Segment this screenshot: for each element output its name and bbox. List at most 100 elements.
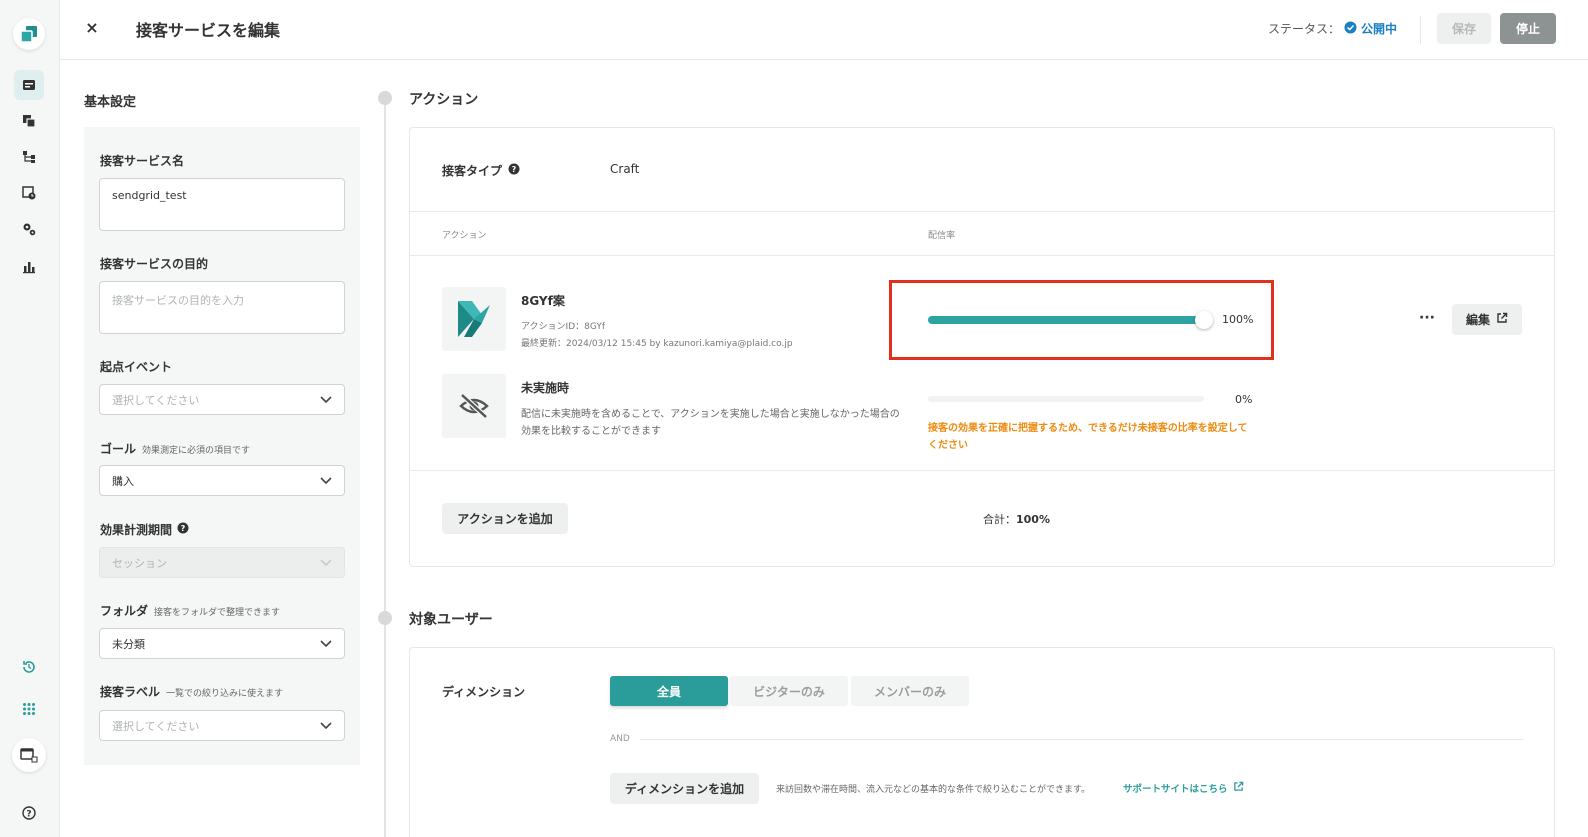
warning-line1: 接客の効果を正確に把握するため、できるだけ未接客の比率を設定して bbox=[928, 423, 1248, 434]
edit-button-label: 編集 bbox=[1465, 313, 1490, 327]
action-updated: 最終更新：2024/03/12 15:45 by kazunori.kamiya… bbox=[521, 339, 793, 349]
goal-select[interactable]: 購入 bbox=[99, 465, 345, 496]
highlight-annotation bbox=[889, 280, 1274, 360]
segment-visitor-only[interactable]: ビジターのみ bbox=[730, 676, 848, 706]
schedule-icon[interactable] bbox=[14, 178, 44, 208]
warning-line2: ください bbox=[928, 440, 968, 451]
svg-text:?: ? bbox=[26, 810, 31, 820]
service-name-field[interactable]: sendgrid_test bbox=[99, 178, 345, 231]
preview-window-icon[interactable] bbox=[12, 738, 46, 772]
folder-label: フォルダ 接客をフォルダで整理できます bbox=[100, 602, 280, 619]
chevron-down-icon bbox=[320, 393, 332, 406]
status-label: ステータス： bbox=[1268, 22, 1341, 36]
add-action-button[interactable]: アクションを追加 bbox=[442, 503, 568, 534]
control-desc-line1: 配信に未実施時を含めることで、アクションを実施した場合と実施しなかった場合の bbox=[521, 409, 900, 420]
action-thumbnail[interactable] bbox=[442, 287, 506, 351]
goal-label: ゴール 効果測定に必須の項目です bbox=[100, 440, 250, 457]
chevron-down-icon bbox=[320, 556, 332, 569]
total-rate: 合計：100% bbox=[983, 511, 1050, 527]
campaign-icon[interactable] bbox=[14, 70, 44, 100]
add-dimension-button[interactable]: ディメンションを追加 bbox=[610, 773, 759, 804]
chevron-down-icon bbox=[320, 719, 332, 732]
svg-text:?: ? bbox=[181, 524, 186, 533]
settings-icon[interactable] bbox=[14, 214, 44, 244]
external-link-icon bbox=[1496, 312, 1508, 327]
chevron-down-icon bbox=[320, 474, 332, 487]
stop-button[interactable]: 停止 bbox=[1500, 13, 1556, 44]
copy-icon[interactable] bbox=[14, 106, 44, 136]
purpose-field[interactable]: 接客サービスの目的を入力 bbox=[99, 281, 345, 334]
flow-icon[interactable] bbox=[14, 142, 44, 172]
start-event-select[interactable]: 選択してください bbox=[99, 384, 345, 415]
service-name-label: 接客サービス名 bbox=[100, 154, 185, 168]
type-label: 接客タイプ ? bbox=[442, 162, 520, 179]
segment-all[interactable]: 全員 bbox=[610, 676, 728, 706]
karte-logo-icon[interactable] bbox=[13, 18, 45, 50]
status-value: 公開中 bbox=[1361, 22, 1398, 36]
more-menu-icon[interactable]: ··· bbox=[1419, 310, 1435, 326]
svg-text:?: ? bbox=[512, 165, 517, 174]
chart-icon[interactable] bbox=[14, 252, 44, 282]
dimension-hint: 来訪回数や滞在時間、流入元などの基本的な条件で絞り込むことができます。 bbox=[776, 785, 1091, 795]
help-icon[interactable]: ? bbox=[14, 798, 44, 828]
and-divider bbox=[640, 739, 1524, 740]
divider bbox=[410, 470, 1554, 471]
start-event-placeholder: 選択してください bbox=[112, 393, 200, 407]
support-link-label: サポートサイトはこちら bbox=[1123, 784, 1228, 795]
service-name-value: sendgrid_test bbox=[112, 189, 187, 202]
purpose-placeholder: 接客サービスの目的を入力 bbox=[112, 294, 244, 307]
period-value: セッション bbox=[112, 556, 167, 570]
and-label: AND bbox=[610, 734, 630, 744]
period-label: 効果計測期間 ? bbox=[100, 521, 189, 538]
header-divider bbox=[1420, 16, 1421, 44]
check-circle-icon bbox=[1344, 21, 1357, 37]
action-section-title: アクション bbox=[409, 92, 479, 108]
total-value: 100% bbox=[1016, 513, 1050, 526]
start-event-label: 起点イベント bbox=[100, 360, 173, 374]
timeline-dot bbox=[378, 611, 392, 625]
support-link[interactable]: サポートサイトはこちら bbox=[1123, 781, 1244, 795]
folder-sub-label: 接客をフォルダで整理できます bbox=[154, 608, 281, 618]
timeline-dot bbox=[378, 91, 392, 105]
apps-grid-icon[interactable] bbox=[14, 694, 44, 724]
total-label: 合計： bbox=[983, 513, 1016, 526]
label-tag-label-text: 接客ラベル bbox=[100, 685, 161, 699]
label-tag-label: 接客ラベル 一覧での絞り込みに使えます bbox=[100, 683, 283, 700]
period-label-text: 効果計測期間 bbox=[100, 523, 173, 537]
divider bbox=[410, 255, 1554, 256]
control-thumbnail bbox=[442, 374, 506, 438]
target-card bbox=[409, 647, 1555, 837]
history-icon[interactable] bbox=[14, 652, 44, 682]
goal-sub-label: 効果測定に必須の項目です bbox=[142, 446, 251, 456]
help-circle-icon[interactable]: ? bbox=[177, 522, 189, 537]
page-title: 接客サービスを編集 bbox=[136, 21, 281, 40]
folder-label-text: フォルダ bbox=[100, 604, 149, 618]
left-rail: ? bbox=[0, 0, 60, 837]
folder-select[interactable]: 未分類 bbox=[99, 628, 345, 659]
period-select: セッション bbox=[99, 547, 345, 578]
label-tag-select[interactable]: 選択してください bbox=[99, 710, 345, 741]
type-value: Craft bbox=[610, 162, 640, 176]
external-link-icon bbox=[1233, 781, 1244, 795]
label-tag-placeholder: 選択してください bbox=[112, 719, 200, 733]
target-section-title: 対象ユーザー bbox=[409, 612, 493, 628]
close-icon[interactable]: × bbox=[82, 18, 102, 38]
chevron-down-icon bbox=[320, 637, 332, 650]
timeline-line bbox=[384, 104, 386, 837]
control-name: 未実施時 bbox=[521, 381, 570, 395]
segment-member-only[interactable]: メンバーのみ bbox=[851, 676, 969, 706]
action-name[interactable]: 8GYf案 bbox=[521, 292, 565, 309]
edit-action-button[interactable]: 編集 bbox=[1452, 304, 1522, 335]
action-id: アクションID：8GYf bbox=[521, 322, 606, 332]
control-warning: 接客の効果を正確に把握するため、できるだけ未接客の比率を設定して ください bbox=[928, 420, 1258, 454]
help-circle-icon[interactable]: ? bbox=[508, 163, 520, 178]
type-label-text: 接客タイプ bbox=[442, 164, 503, 178]
goal-label-text: ゴール bbox=[100, 442, 137, 456]
dimension-label: ディメンション bbox=[442, 685, 526, 699]
col-header-rate: 配信率 bbox=[928, 231, 956, 241]
divider bbox=[410, 211, 1554, 212]
save-button[interactable]: 保存 bbox=[1437, 13, 1491, 44]
top-header: × 接客サービスを編集 ステータス： 公開中 保存 停止 bbox=[60, 0, 1588, 60]
purpose-label: 接客サービスの目的 bbox=[100, 257, 209, 271]
control-rate-slider[interactable] bbox=[928, 396, 1204, 402]
